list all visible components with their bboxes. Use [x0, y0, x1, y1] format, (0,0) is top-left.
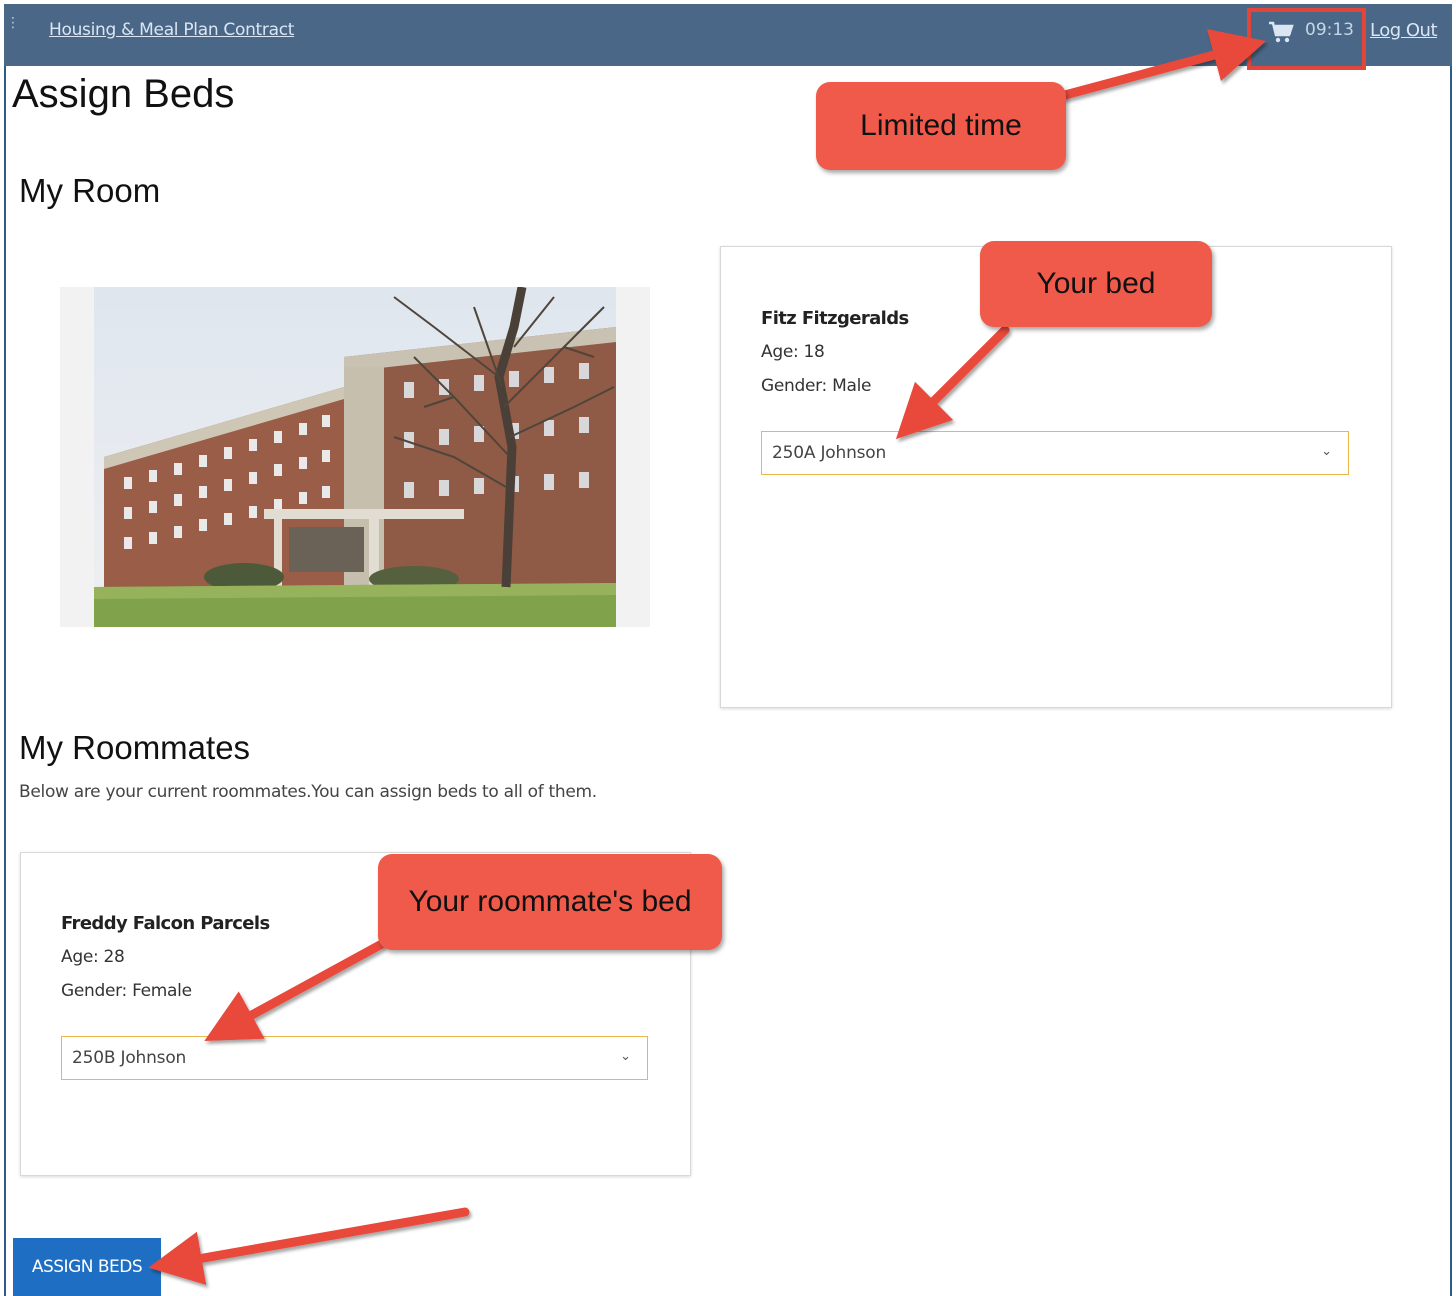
- assign-beds-button[interactable]: ASSIGN BEDS: [13, 1238, 161, 1296]
- page-title: Assign Beds: [12, 72, 235, 116]
- logout-link[interactable]: Log Out: [1370, 20, 1438, 41]
- my-room-heading: My Room: [19, 172, 161, 209]
- housing-contract-link[interactable]: Housing & Meal Plan Contract: [49, 20, 294, 40]
- chevron-down-icon: ⌄: [1321, 444, 1332, 459]
- roommate-gender: Gender: Female: [61, 981, 192, 1001]
- dorm-building-photo: [94, 287, 616, 627]
- roommate-bed-callout: Your roommate's bed: [378, 854, 722, 950]
- roommate-age: Age: 28: [61, 947, 125, 967]
- chevron-down-icon: ⌄: [620, 1049, 631, 1064]
- my-roommates-heading: My Roommates: [19, 729, 251, 766]
- roommate-name: Freddy Falcon Parcels: [61, 913, 270, 934]
- menu-dots-icon[interactable]: ⋮: [6, 16, 20, 30]
- shopping-cart-icon[interactable]: [1268, 20, 1294, 44]
- roommate-bed-select[interactable]: 250B Johnson ⌄: [61, 1036, 648, 1080]
- your-bed-value: 250A Johnson: [772, 443, 887, 463]
- limited-time-callout: Limited time: [816, 82, 1066, 170]
- your-age: Age: 18: [761, 342, 825, 362]
- your-bed-callout: Your bed: [980, 241, 1212, 327]
- your-gender: Gender: Male: [761, 376, 872, 396]
- roommate-bed-value: 250B Johnson: [72, 1048, 187, 1068]
- session-timer: 09:13: [1305, 20, 1354, 40]
- your-name: Fitz Fitzgeralds: [761, 308, 909, 329]
- your-bed-select[interactable]: 250A Johnson ⌄: [761, 431, 1349, 475]
- roommates-intro-text: Below are your current roommates.You can…: [19, 782, 597, 802]
